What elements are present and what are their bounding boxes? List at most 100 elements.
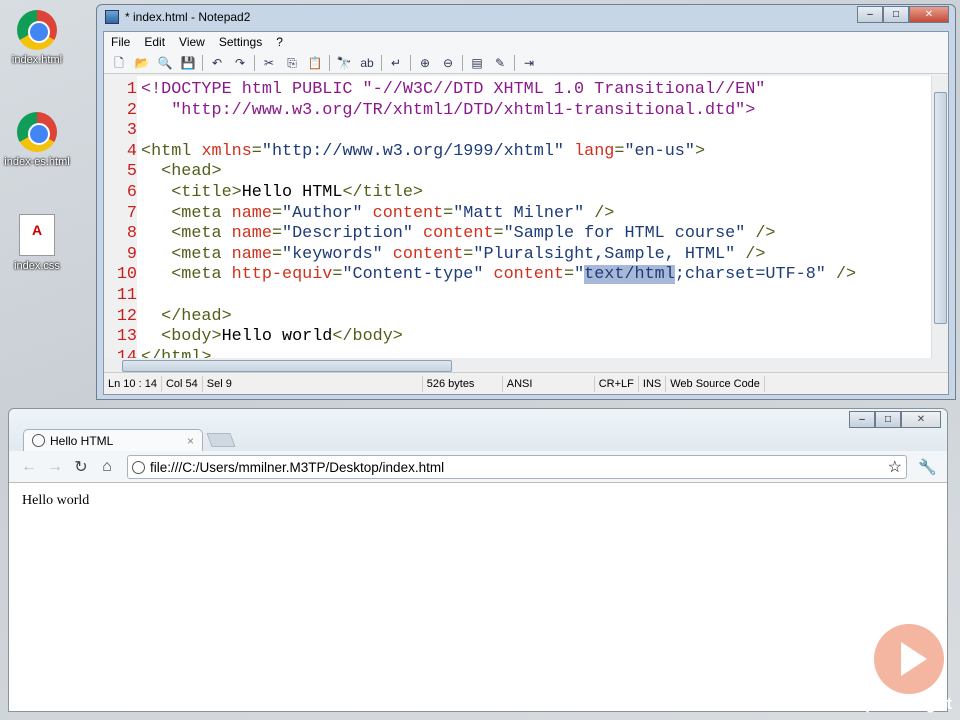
window-title: * index.html - Notepad2 <box>125 10 251 24</box>
code-text: <head> <box>137 162 221 181</box>
menu-settings[interactable]: Settings <box>212 35 269 49</box>
code-token: "keywords" <box>282 244 393 264</box>
cut-icon[interactable]: ✂ <box>260 54 278 72</box>
line-number: 5 <box>104 162 137 183</box>
css-file-icon: A <box>19 214 55 256</box>
new-tab-button[interactable] <box>206 433 236 447</box>
status-encoding: ANSI <box>503 375 595 392</box>
line-number: 8 <box>104 224 137 245</box>
close-tab-icon[interactable]: × <box>187 434 194 448</box>
vertical-scrollbar[interactable] <box>931 76 948 358</box>
paste-icon[interactable]: 📋 <box>306 54 324 72</box>
code-token: Hello HTML <box>241 183 343 202</box>
word-wrap-icon[interactable]: ↵ <box>387 54 405 72</box>
code-token: <html <box>141 141 202 161</box>
code-token: </head> <box>141 306 232 326</box>
play-icon <box>873 624 944 694</box>
tab-hello-html[interactable]: Hello HTML × <box>23 429 203 451</box>
code-text: </html> <box>137 348 212 358</box>
code-text: <meta name="Author" content="Matt Milner… <box>137 204 614 223</box>
code-line: 10 <meta http-equiv="Content-type" conte… <box>104 265 856 286</box>
code-token: content <box>423 224 494 244</box>
code-editor[interactable]: 1 <!DOCTYPE html PUBLIC "-//W3C//DTD XHTM… <box>104 76 931 358</box>
customize-icon[interactable]: ✎ <box>491 54 509 72</box>
wrench-icon[interactable]: 🔧 <box>918 458 937 476</box>
status-scheme: Web Source Code <box>666 375 765 392</box>
line-number: 3 <box>104 121 137 142</box>
code-line: 5 <head> <box>104 162 222 183</box>
code-token: = <box>493 224 504 244</box>
desktop-icon-label: index.css <box>14 260 60 272</box>
close-button[interactable]: ✕ <box>909 6 949 23</box>
menu-bar: File Edit View Settings ? <box>104 32 948 52</box>
menu-edit[interactable]: Edit <box>137 35 172 49</box>
redo-icon[interactable]: ↷ <box>231 54 249 72</box>
desktop-icon-index-html[interactable]: index.html <box>4 10 70 66</box>
reload-icon[interactable]: ↻ <box>73 457 89 477</box>
code-token: </html> <box>141 347 212 358</box>
desktop-icon-label: index.html <box>11 54 63 66</box>
code-line: 6 <title>Hello HTML</title> <box>104 183 423 204</box>
code-token: = <box>271 203 283 223</box>
open-icon[interactable]: 📂 <box>133 54 151 72</box>
undo-icon[interactable]: ↶ <box>208 54 226 72</box>
browser-window: – □ ✕ Hello HTML × ← → ↻ ⌂ file:///C:/Users… <box>8 408 948 712</box>
menu-help[interactable]: ? <box>269 35 290 49</box>
code-token: xmlns <box>201 141 252 161</box>
desktop-icon-index-es-html[interactable]: index-es.html <box>4 112 70 168</box>
replace-icon[interactable]: ab <box>358 54 376 72</box>
desktop-icon-index-css[interactable]: Aindex.css <box>4 214 70 272</box>
code-token: = <box>443 203 454 223</box>
forward-icon[interactable]: → <box>47 458 63 476</box>
zoom-in-icon[interactable]: ⊕ <box>416 54 434 72</box>
line-number: 4 <box>104 141 137 163</box>
code-token: content <box>493 265 565 285</box>
code-token: ;charset=UTF-8" <box>674 265 836 285</box>
code-token: name <box>231 244 272 264</box>
copy-icon[interactable]: ⎘ <box>283 54 301 72</box>
desktop-icon-label: index-es.html <box>4 156 70 168</box>
line-number: 11 <box>104 286 137 307</box>
code-token: content <box>392 244 464 264</box>
code-text: <html xmlns="http://www.w3.org/1999/xhtm… <box>137 142 705 161</box>
home-icon[interactable]: ⌂ <box>99 458 115 476</box>
star-icon[interactable]: ☆ <box>888 457 902 477</box>
code-text: <meta http-equiv="Content-type" content=… <box>137 265 857 285</box>
maximize-button[interactable]: □ <box>883 6 909 23</box>
maximize-button[interactable]: □ <box>875 411 901 428</box>
minimize-button[interactable]: – <box>857 6 883 23</box>
code-token: /> <box>835 265 857 285</box>
code-text: <title>Hello HTML</title> <box>137 183 423 202</box>
code-line: 9 <meta name="keywords" content="Plurals… <box>104 244 765 266</box>
code-token: = <box>332 265 343 285</box>
pluralsight-logo: pluralsight <box>865 624 952 714</box>
code-token: content <box>372 203 444 223</box>
code-token: "Content-type" <box>342 265 494 285</box>
code-text: <meta name="keywords" content="Pluralsig… <box>137 245 765 264</box>
address-bar[interactable]: file:///C:/Users/mmilner.M3TP/Desktop/in… <box>127 455 907 479</box>
scheme-icon[interactable]: ▤ <box>468 54 486 72</box>
menu-view[interactable]: View <box>172 35 212 49</box>
code-text: "http://www.w3.org/TR/xhtml1/DTD/xhtml1-… <box>137 101 755 120</box>
save-icon[interactable]: 💾 <box>179 54 197 72</box>
browse-icon[interactable]: 🔍 <box>156 54 174 72</box>
code-token: <meta <box>141 244 232 264</box>
exit-icon[interactable]: ⇥ <box>520 54 538 72</box>
code-token: "http://www.w3.org/TR/xhtml1/DTD/xhtml1-… <box>141 100 756 120</box>
minimize-button[interactable]: – <box>849 411 875 428</box>
close-button[interactable]: ✕ <box>901 411 941 428</box>
line-number: 14 <box>104 347 137 358</box>
back-icon[interactable]: ← <box>21 458 37 476</box>
code-token: <!DOCTYPE html PUBLIC "-//W3C//DTD XHTML… <box>141 80 766 99</box>
zoom-out-icon[interactable]: ⊖ <box>439 54 457 72</box>
code-line: 2 "http://www.w3.org/TR/xhtml1/DTD/xhtml… <box>104 100 755 122</box>
code-token: Hello world <box>221 327 333 347</box>
code-line: 14 </html> <box>104 347 212 358</box>
find-icon[interactable]: 🔭 <box>335 54 353 72</box>
title-bar: * index.html - Notepad2 <box>97 5 955 29</box>
status-sel: Sel 9 <box>203 375 423 392</box>
menu-file[interactable]: File <box>104 35 137 49</box>
new-icon[interactable]: 🗋 <box>110 54 128 72</box>
code-token: "Description" <box>282 224 424 244</box>
